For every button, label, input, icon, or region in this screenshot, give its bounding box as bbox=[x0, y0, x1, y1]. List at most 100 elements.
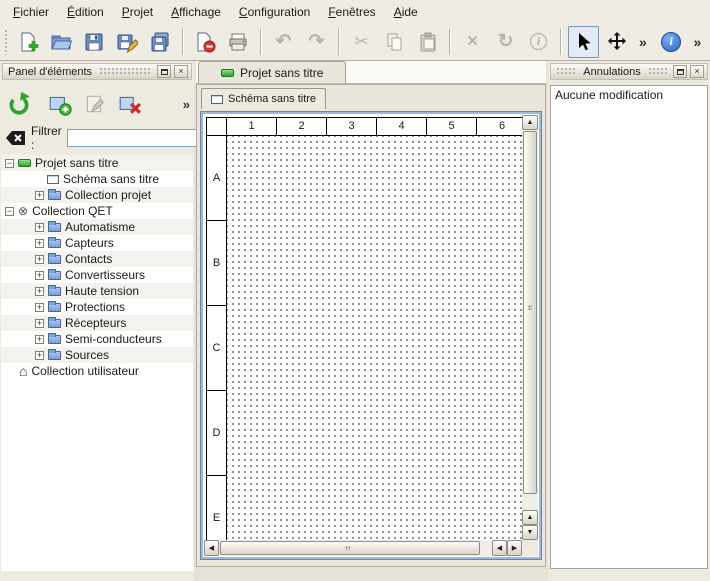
help-toolbar-overflow-button[interactable]: » bbox=[689, 26, 706, 58]
pan-mode-button[interactable] bbox=[601, 26, 632, 58]
toolbar-overflow-button[interactable]: » bbox=[634, 26, 651, 58]
tree-item-schema-sans-titre[interactable]: Schéma sans titre bbox=[1, 171, 193, 187]
tree-item-capteurs[interactable]: + Capteurs bbox=[1, 235, 193, 251]
vertical-scrollbar[interactable]: ▲ ▲ ▼ bbox=[522, 115, 538, 540]
dock-float-button[interactable] bbox=[157, 65, 171, 78]
close-file-icon bbox=[194, 31, 216, 53]
scroll-left-button[interactable]: ◀ bbox=[492, 540, 507, 556]
project-tab[interactable]: Projet sans titre bbox=[198, 61, 346, 83]
expand-icon[interactable]: + bbox=[35, 191, 44, 200]
horizontal-scroll-thumb[interactable] bbox=[220, 541, 480, 555]
tree-item-automatisme[interactable]: + Automatisme bbox=[1, 219, 193, 235]
undo-history-dock: Annulations × Aucune modification bbox=[548, 61, 710, 581]
save-button[interactable] bbox=[79, 26, 110, 58]
float-icon bbox=[161, 69, 168, 75]
tree-item-label: Sources bbox=[65, 348, 109, 362]
expand-icon[interactable]: + bbox=[35, 287, 44, 296]
paste-button[interactable] bbox=[412, 26, 443, 58]
elements-panel-titlebar[interactable]: Panel d'éléments × bbox=[2, 63, 192, 80]
close-file-button[interactable] bbox=[190, 26, 221, 58]
menu-projet[interactable]: Projet bbox=[113, 2, 162, 22]
reload-icon bbox=[7, 92, 31, 116]
undo-history-list[interactable]: Aucune modification bbox=[550, 85, 708, 569]
menu-configuration[interactable]: Configuration bbox=[230, 2, 319, 22]
tree-item-recepteurs[interactable]: + Récepteurs bbox=[1, 315, 193, 331]
tree-item-haute-tension[interactable]: + Haute tension bbox=[1, 283, 193, 299]
menu-affichage[interactable]: Affichage bbox=[162, 2, 230, 22]
element-information-button[interactable]: i bbox=[523, 26, 554, 58]
tree-item-sources[interactable]: + Sources bbox=[1, 347, 193, 363]
menu-fenetres[interactable]: Fenêtres bbox=[319, 2, 384, 22]
scroll-down-button[interactable]: ▼ bbox=[522, 525, 538, 540]
tree-item-semi-conducteurs[interactable]: + Semi-conducteurs bbox=[1, 331, 193, 347]
clear-filter-button[interactable] bbox=[4, 129, 26, 147]
expand-icon[interactable]: + bbox=[35, 335, 44, 344]
tree-item-collection-qet[interactable]: − ⊗ Collection QET bbox=[1, 203, 193, 219]
chevron-right-icon: » bbox=[693, 35, 701, 49]
tree-item-collection-utilisateur[interactable]: ⌂ Collection utilisateur bbox=[1, 363, 193, 379]
scroll-right-button[interactable]: ▶ bbox=[507, 540, 522, 556]
expand-icon[interactable]: + bbox=[35, 223, 44, 232]
tree-item-convertisseurs[interactable]: + Convertisseurs bbox=[1, 267, 193, 283]
expand-icon[interactable]: + bbox=[35, 271, 44, 280]
dock-float-button[interactable] bbox=[673, 65, 687, 78]
folder-icon bbox=[48, 303, 61, 312]
arrow-up-icon: ▲ bbox=[527, 514, 534, 521]
undo-history-titlebar[interactable]: Annulations × bbox=[550, 63, 708, 80]
panel-toolbar-overflow-button[interactable]: » bbox=[181, 95, 192, 114]
scroll-left-button[interactable]: ◀ bbox=[204, 540, 219, 556]
cut-button[interactable]: ✂ bbox=[346, 26, 377, 58]
new-element-button[interactable] bbox=[45, 89, 75, 119]
expand-icon[interactable]: + bbox=[35, 351, 44, 360]
expand-icon[interactable]: + bbox=[35, 303, 44, 312]
select-mode-button[interactable] bbox=[568, 26, 599, 58]
delete-button[interactable]: × bbox=[457, 26, 488, 58]
vertical-scroll-thumb[interactable] bbox=[523, 131, 537, 494]
undo-button[interactable]: ↶ bbox=[268, 26, 299, 58]
horizontal-scrollbar[interactable]: ◀ ◀ ▶ bbox=[204, 540, 522, 556]
schema-canvas[interactable] bbox=[227, 136, 522, 540]
tree-item-label: Haute tension bbox=[65, 284, 139, 298]
tree-item-collection-projet[interactable]: + Collection projet bbox=[1, 187, 193, 203]
print-button[interactable] bbox=[223, 26, 254, 58]
tree-item-label: Contacts bbox=[65, 252, 112, 266]
copy-button[interactable] bbox=[379, 26, 410, 58]
arrow-down-icon: ▼ bbox=[527, 529, 534, 536]
open-project-button[interactable] bbox=[46, 26, 77, 58]
collapse-icon[interactable]: − bbox=[5, 207, 14, 216]
tree-item-projet-sans-titre[interactable]: − Projet sans titre bbox=[1, 155, 193, 171]
expand-icon[interactable]: + bbox=[35, 255, 44, 264]
diagram-viewport[interactable]: 1 2 3 4 5 6 A B C bbox=[204, 115, 522, 540]
dock-close-button[interactable]: × bbox=[690, 65, 704, 78]
expand-icon[interactable]: + bbox=[35, 319, 44, 328]
rotate-button[interactable]: ↻ bbox=[490, 26, 521, 58]
redo-button[interactable]: ↷ bbox=[301, 26, 332, 58]
dock-close-button[interactable]: × bbox=[174, 65, 188, 78]
expand-icon[interactable]: + bbox=[35, 239, 44, 248]
toolbar-grip[interactable] bbox=[4, 29, 8, 55]
vertical-scroll-track[interactable] bbox=[522, 131, 538, 509]
scroll-up-button[interactable]: ▲ bbox=[522, 510, 538, 525]
scroll-up-button[interactable]: ▲ bbox=[522, 115, 538, 130]
menu-fichier[interactable]: Fichier bbox=[4, 2, 58, 22]
tree-item-contacts[interactable]: + Contacts bbox=[1, 251, 193, 267]
elements-panel-toolbar: » bbox=[4, 88, 192, 120]
edit-element-button[interactable] bbox=[80, 89, 110, 119]
horizontal-scroll-track[interactable] bbox=[220, 540, 491, 556]
diagram-sheet[interactable]: 1 2 3 4 5 6 A B C bbox=[206, 117, 522, 540]
collapse-icon[interactable]: − bbox=[5, 159, 14, 168]
titlebar-grip bbox=[648, 67, 668, 76]
menu-aide[interactable]: Aide bbox=[385, 2, 427, 22]
diagram-tab[interactable]: Schéma sans titre bbox=[201, 88, 326, 109]
menu-edition[interactable]: Édition bbox=[58, 2, 113, 22]
tree-item-protections[interactable]: + Protections bbox=[1, 299, 193, 315]
rotate-icon: ↻ bbox=[498, 32, 514, 51]
delete-element-button[interactable] bbox=[115, 89, 145, 119]
save-all-icon bbox=[149, 31, 171, 53]
about-qt-button[interactable]: i bbox=[656, 26, 687, 58]
undo-icon: ↶ bbox=[276, 32, 292, 51]
save-as-button[interactable] bbox=[112, 26, 143, 58]
reload-collections-button[interactable] bbox=[4, 89, 34, 119]
new-document-button[interactable] bbox=[13, 26, 44, 58]
save-all-button[interactable] bbox=[145, 26, 176, 58]
